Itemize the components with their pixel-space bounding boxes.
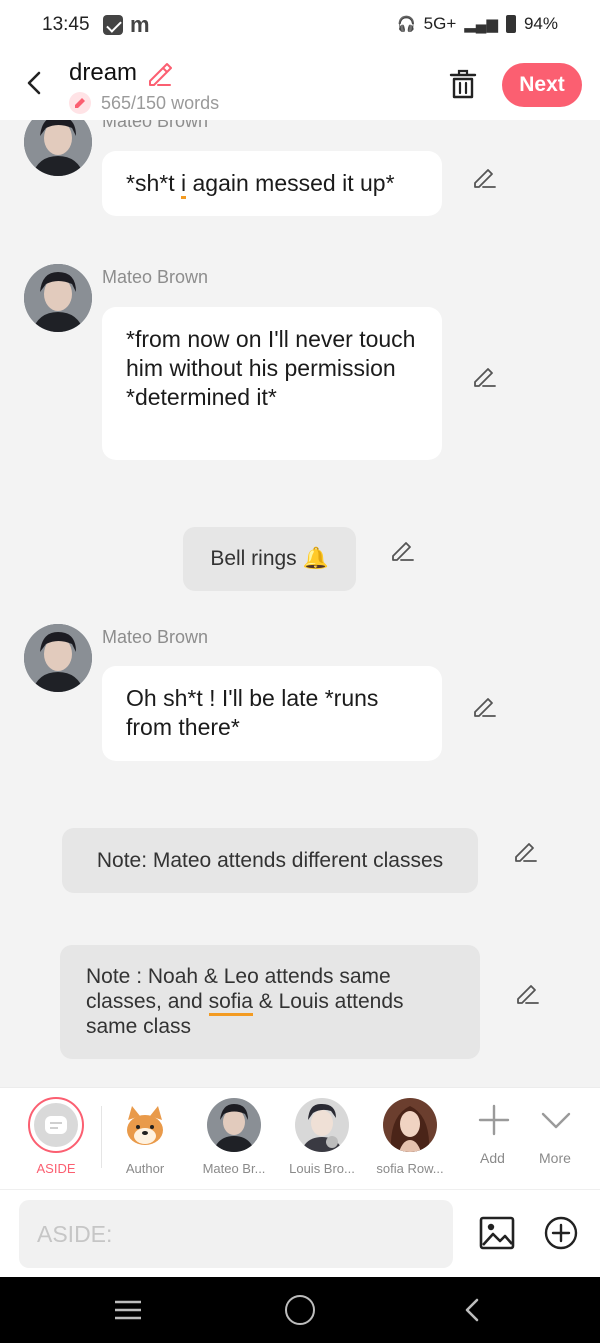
edit-pencil-icon[interactable] bbox=[514, 979, 540, 1005]
recent-apps-button[interactable] bbox=[113, 1299, 143, 1321]
image-icon bbox=[479, 1216, 515, 1250]
speaker-name: Mateo Brown bbox=[102, 267, 209, 287]
word-count: 565/150 words bbox=[101, 93, 220, 113]
aside-input[interactable] bbox=[19, 1200, 453, 1268]
speaker-name: Mateo Brown bbox=[102, 120, 209, 131]
character-label: Louis Bro... bbox=[289, 1161, 355, 1176]
dialogue-bubble[interactable]: Oh sh*t ! I'll be late *runs from there* bbox=[102, 666, 442, 761]
character-sofia[interactable]: sofia Row... bbox=[365, 1088, 455, 1190]
dialogue-text: again messed it up* bbox=[186, 170, 395, 196]
character-author[interactable]: Author bbox=[100, 1088, 190, 1190]
mateo-avatar bbox=[207, 1098, 261, 1152]
avatar-mateo bbox=[24, 120, 92, 176]
character-label: Author bbox=[125, 1161, 165, 1176]
signal-icon: ▂▄▆ bbox=[464, 16, 498, 33]
aside-bubble[interactable]: Bell rings 🔔 bbox=[183, 527, 356, 591]
status-indicators: 🎧 5G+ ▂▄▆ 94% bbox=[397, 14, 558, 34]
story-feed[interactable]: Mateo Brown *sh*t i again messed it up* … bbox=[0, 120, 600, 1087]
back-arrow-icon bbox=[27, 71, 41, 95]
sofia-avatar bbox=[383, 1098, 437, 1152]
dialogue-bubble[interactable]: *from now on I'll never touch him withou… bbox=[102, 307, 442, 460]
delete-button[interactable] bbox=[447, 67, 479, 101]
edit-pencil-icon[interactable] bbox=[471, 163, 497, 189]
network-label: 5G+ bbox=[423, 14, 457, 33]
edit-title-pencil-icon[interactable] bbox=[146, 61, 172, 87]
dialogue-text: *sh*t bbox=[126, 170, 181, 196]
avatar-mateo bbox=[24, 264, 92, 332]
character-label-aside: ASIDE bbox=[36, 1161, 76, 1176]
add-character-button[interactable] bbox=[474, 1100, 514, 1140]
speaker-name: Mateo Brown bbox=[102, 627, 209, 647]
message-notification-icon bbox=[103, 15, 123, 35]
edit-pencil-icon[interactable] bbox=[512, 837, 538, 863]
battery-icon bbox=[505, 15, 516, 33]
dialogue-bubble[interactable]: *sh*t i again messed it up* bbox=[102, 151, 442, 216]
status-time: 13:45 bbox=[42, 14, 90, 35]
note-text: Note: Mateo attends different classes bbox=[96, 848, 444, 872]
more-characters-button[interactable] bbox=[536, 1100, 576, 1140]
word-count-pencil-icon bbox=[69, 92, 91, 114]
plus-icon bbox=[478, 1104, 510, 1136]
author-avatar bbox=[118, 1098, 172, 1152]
headphones-icon: 🎧 bbox=[396, 16, 416, 33]
system-back-button[interactable] bbox=[460, 1297, 486, 1323]
dialogue-text: Oh sh*t ! I'll be late *runs from there* bbox=[126, 685, 379, 740]
louis-avatar bbox=[295, 1098, 349, 1152]
aside-chat-icon bbox=[34, 1103, 78, 1147]
more-label: More bbox=[539, 1150, 571, 1166]
menu-icon bbox=[115, 1300, 141, 1320]
character-picker: ASIDE Author Mateo Br... Louis Bro... so… bbox=[0, 1087, 600, 1189]
more-options-button[interactable] bbox=[543, 1215, 579, 1251]
back-button[interactable] bbox=[20, 68, 50, 98]
character-label: sofia Row... bbox=[376, 1161, 444, 1176]
edit-pencil-icon[interactable] bbox=[471, 362, 497, 388]
back-arrow-icon bbox=[465, 1298, 479, 1322]
spelling-flag[interactable]: sofia bbox=[208, 990, 253, 1016]
plus-circle-icon bbox=[544, 1216, 578, 1250]
app-header: dream 565/150 words Next bbox=[0, 50, 600, 120]
add-label: Add bbox=[480, 1150, 505, 1166]
aside-text: Bell rings 🔔 bbox=[210, 547, 329, 570]
character-mateo[interactable]: Mateo Br... bbox=[189, 1088, 279, 1190]
notification-app-icon: m bbox=[130, 12, 150, 37]
trash-icon bbox=[449, 69, 477, 99]
story-title: dream bbox=[69, 59, 138, 86]
system-nav-bar bbox=[0, 1277, 600, 1343]
status-bar: 13:45 m 🎧 5G+ ▂▄▆ 94% bbox=[0, 0, 600, 50]
home-button[interactable] bbox=[285, 1295, 315, 1325]
note-bubble[interactable]: Note: Mateo attends different classes bbox=[62, 828, 478, 893]
dialogue-text: *from now on I'll never touch him withou… bbox=[126, 326, 416, 410]
character-louis[interactable]: Louis Bro... bbox=[277, 1088, 367, 1190]
insert-image-button[interactable] bbox=[478, 1214, 516, 1252]
avatar-mateo bbox=[24, 624, 92, 692]
composer bbox=[0, 1189, 600, 1277]
character-label: Mateo Br... bbox=[202, 1161, 266, 1176]
aside-character-button[interactable] bbox=[28, 1097, 84, 1153]
next-button[interactable]: Next bbox=[502, 63, 582, 107]
battery-level: 94% bbox=[523, 14, 558, 33]
edit-pencil-icon[interactable] bbox=[471, 692, 497, 718]
chevron-down-icon bbox=[541, 1112, 571, 1129]
edit-pencil-icon[interactable] bbox=[389, 536, 415, 562]
note-bubble[interactable]: Note : Noah & Leo attends same classes, … bbox=[60, 945, 480, 1059]
